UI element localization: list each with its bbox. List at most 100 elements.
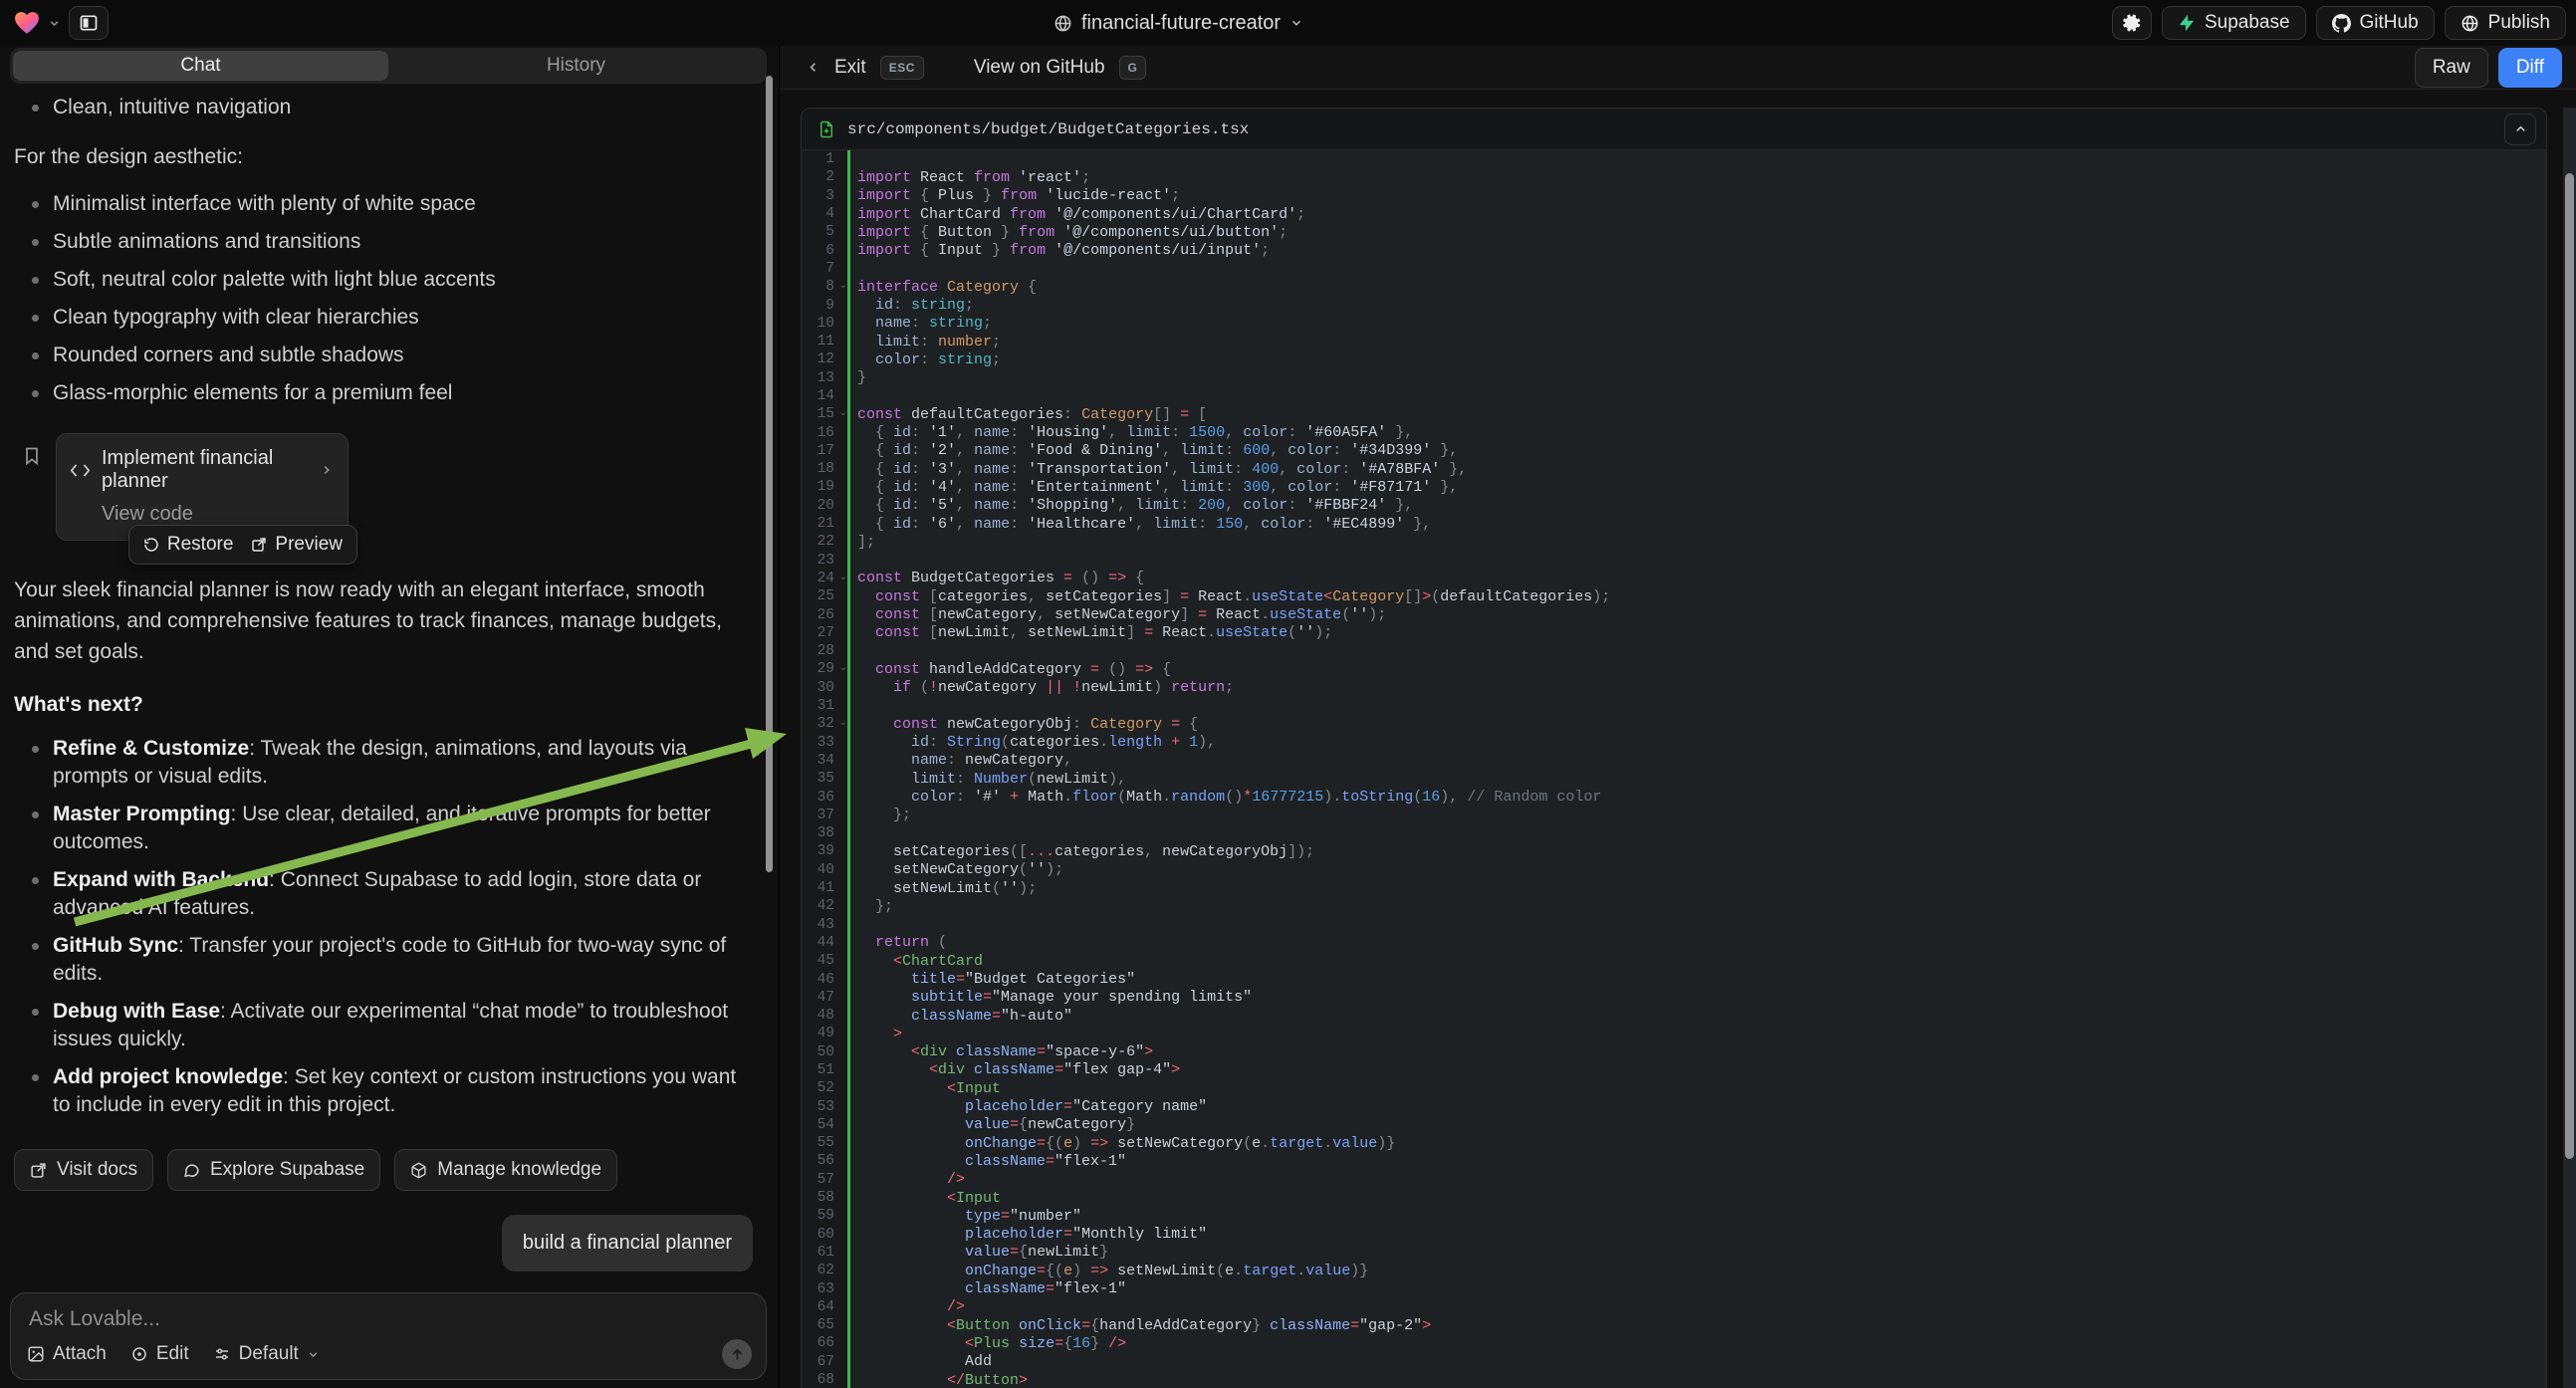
user-message: build a financial planner: [502, 1215, 753, 1272]
toggle-sidebar-button[interactable]: [69, 6, 109, 40]
chat-scrollbar-thumb[interactable]: [766, 76, 773, 872]
mode-selector[interactable]: Default: [213, 1343, 320, 1365]
code-text: color: '#' + Math.floor(Math.random()*16…: [850, 789, 1601, 806]
fold-chevron-icon[interactable]: ⌄: [839, 572, 847, 582]
lovable-logo-heart-icon[interactable]: [14, 11, 40, 35]
bullet-text: Expand with Backend: Connect Supabase to…: [53, 866, 753, 922]
code-text: ];: [850, 534, 875, 551]
bullet-dot: [32, 746, 39, 753]
code-text: />: [850, 1171, 965, 1188]
project-switcher[interactable]: financial-future-creator: [1054, 0, 1303, 46]
ask-lovable-input[interactable]: [29, 1307, 676, 1331]
fold-chevron-icon[interactable]: ⌄: [839, 407, 847, 418]
panel-left-icon: [79, 13, 99, 33]
line-number: 48: [802, 1007, 847, 1025]
chat-panel: Chat History Clean, intuitive navigation…: [0, 46, 779, 1388]
bullet-dot: [32, 352, 39, 359]
code-text: import ChartCard from '@/components/ui/C…: [850, 206, 1305, 223]
bullet-item: Clean typography with clear hierarchies: [32, 304, 753, 332]
exit-button[interactable]: Exit: [834, 57, 866, 79]
code-text: }: [850, 369, 866, 386]
bullet-dot: [32, 1074, 39, 1081]
code-text: <Input: [850, 1190, 1001, 1207]
line-number: 13: [802, 369, 847, 387]
version-card-implement-financial-planner[interactable]: Implement financial planner View code Re…: [56, 433, 349, 541]
code-line: 58 <Input: [802, 1189, 2546, 1207]
project-chevron-down-icon: [1289, 16, 1303, 30]
bullet-text: Debug with Ease: Activate our experiment…: [53, 998, 753, 1053]
line-number: 32⌄: [802, 715, 847, 733]
raw-toggle-button[interactable]: Raw: [2415, 48, 2488, 88]
edit-mode-button[interactable]: Edit: [130, 1343, 189, 1365]
collapse-file-button[interactable]: [2504, 114, 2536, 145]
code-text: <Plus size={16} />: [850, 1335, 1126, 1352]
manage-knowledge-button[interactable]: Manage knowledge: [394, 1149, 617, 1191]
bullet-item: Debug with Ease: Activate our experiment…: [32, 998, 753, 1053]
chevron-up-icon: [2513, 121, 2528, 136]
code-line: 4import ChartCard from '@/components/ui/…: [802, 205, 2546, 223]
code-line: 63 className="flex-1": [802, 1279, 2546, 1297]
code-line: 29⌄ const handleAddCategory = () => {: [802, 660, 2546, 678]
view-code-link[interactable]: View code: [102, 503, 334, 526]
code-text: </Button>: [850, 1372, 1028, 1388]
g-shortcut-badge: G: [1119, 56, 1147, 80]
fold-chevron-icon[interactable]: ⌄: [839, 280, 847, 291]
code-scrollbar-thumb[interactable]: [2565, 173, 2574, 1159]
publish-button[interactable]: Publish: [2445, 6, 2566, 40]
tab-history[interactable]: History: [388, 51, 764, 81]
line-number: 39: [802, 842, 847, 860]
fold-chevron-icon[interactable]: ⌄: [839, 662, 847, 673]
fold-chevron-icon[interactable]: ⌄: [839, 717, 847, 728]
file-header[interactable]: src/components/budget/BudgetCategories.t…: [802, 109, 2546, 150]
code-text: <div className="space-y-6">: [850, 1043, 1153, 1060]
explore-supabase-button[interactable]: Explore Supabase: [167, 1149, 380, 1191]
code-text: value={newLimit}: [850, 1244, 1108, 1261]
bullet-item: Minimalist interface with plenty of whit…: [32, 190, 753, 218]
bullet-dot: [32, 105, 39, 112]
code-editor[interactable]: 12import React from 'react';3import { Pl…: [802, 150, 2546, 1388]
code-text: const defaultCategories: Category[] = [: [850, 406, 1207, 423]
chevron-left-icon[interactable]: [806, 60, 820, 75]
code-line: 1: [802, 150, 2546, 168]
code-text: };: [850, 898, 893, 915]
diff-toggle-button[interactable]: Diff: [2498, 48, 2562, 88]
github-label: GitHub: [2360, 12, 2419, 34]
settings-button[interactable]: [2112, 6, 2152, 40]
code-text: setNewCategory('');: [850, 861, 1063, 878]
bookmark-icon[interactable]: [22, 445, 42, 467]
supabase-button[interactable]: Supabase: [2162, 6, 2306, 40]
code-line: 52 <Input: [802, 1079, 2546, 1097]
code-line: 33 id: String(categories.length + 1),: [802, 734, 2546, 752]
line-number: 51: [802, 1061, 847, 1079]
design-heading: For the design aesthetic:: [14, 141, 753, 172]
sliders-icon: [213, 1345, 231, 1363]
chat-input-box[interactable]: Attach Edit Default: [10, 1292, 767, 1380]
github-icon: [2332, 14, 2351, 33]
tab-chat[interactable]: Chat: [13, 51, 388, 81]
line-number: 31: [802, 697, 847, 715]
preview-button[interactable]: Preview: [251, 534, 343, 556]
project-name: financial-future-creator: [1081, 12, 1281, 35]
code-line: 55 onChange={(e) => setNewCategory(e.tar…: [802, 1134, 2546, 1152]
file-path: src/components/budget/BudgetCategories.t…: [847, 120, 2492, 138]
line-number: 1: [802, 150, 847, 168]
code-file-card: src/components/budget/BudgetCategories.t…: [801, 108, 2547, 1388]
code-text: className="flex-1": [850, 1280, 1126, 1297]
code-line: 67 Add: [802, 1353, 2546, 1371]
attach-button[interactable]: Attach: [27, 1343, 107, 1365]
code-scrollbar-track[interactable]: [2563, 108, 2576, 1388]
view-on-github-button[interactable]: View on GitHub: [974, 57, 1105, 79]
line-number: 16: [802, 423, 847, 441]
restore-button[interactable]: Restore: [143, 534, 234, 556]
line-number: 64: [802, 1298, 847, 1316]
code-text: const [newLimit, setNewLimit] = React.us…: [850, 624, 1332, 641]
line-number: 65: [802, 1316, 847, 1334]
code-line: 18 { id: '3', name: 'Transportation', li…: [802, 460, 2546, 478]
line-number: 33: [802, 734, 847, 752]
diff-added-marker: [847, 387, 850, 405]
logo-chevron-down-icon[interactable]: [48, 17, 61, 30]
line-number: 45: [802, 952, 847, 970]
github-button[interactable]: GitHub: [2316, 6, 2435, 40]
visit-docs-button[interactable]: Visit docs: [14, 1149, 153, 1191]
send-button[interactable]: [722, 1339, 752, 1369]
